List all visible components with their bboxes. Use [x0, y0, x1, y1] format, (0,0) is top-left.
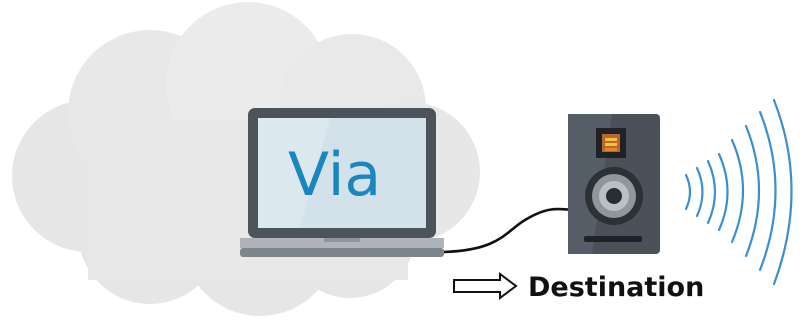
laptop-screen-text: Via — [288, 140, 381, 210]
via-audio-diagram: Via Destination — [12, 2, 793, 316]
right-arrow-icon — [453, 272, 518, 300]
destination-label: Destination — [528, 272, 704, 303]
sound-waves-icon — [684, 98, 793, 286]
speaker-icon — [568, 114, 660, 254]
